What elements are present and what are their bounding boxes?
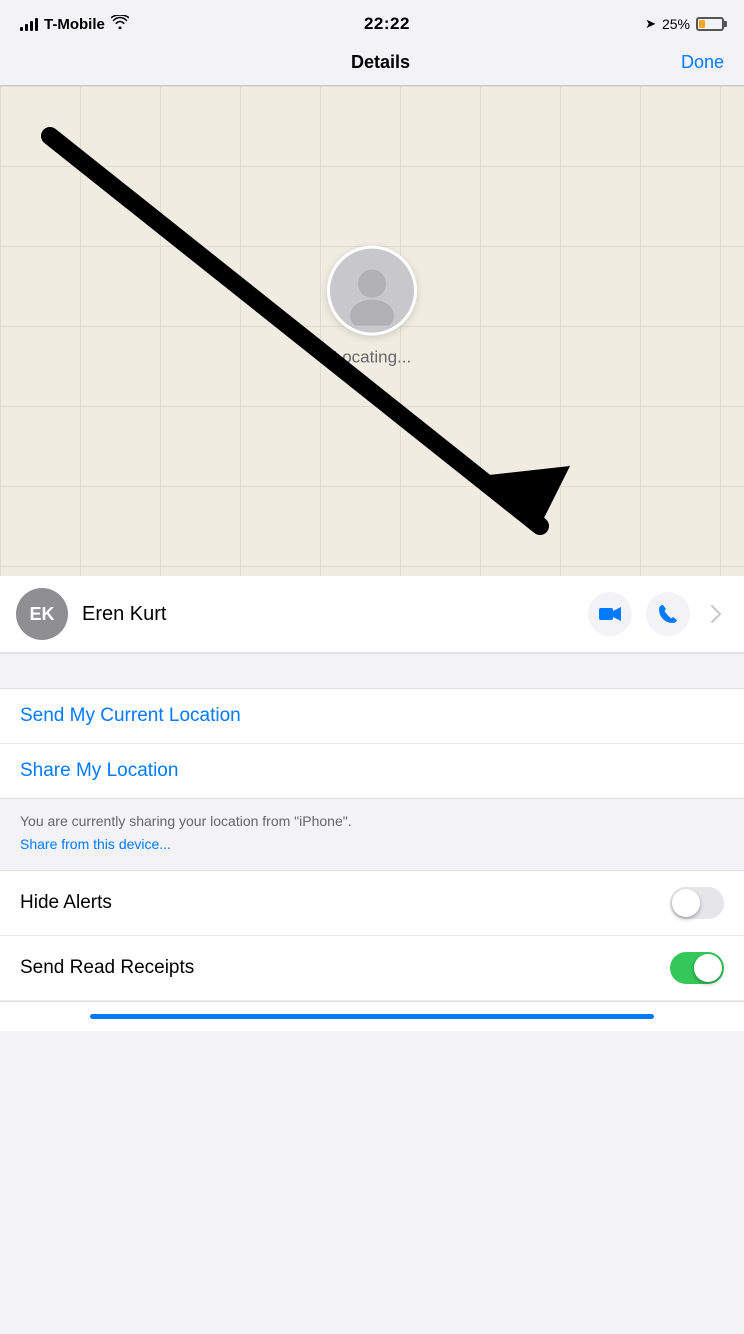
contact-detail-chevron-button[interactable] [704, 592, 728, 636]
send-read-receipts-toggle-knob [694, 954, 722, 982]
wifi-icon [111, 15, 129, 33]
map-avatar-container: Locating... [327, 246, 417, 368]
map-avatar [327, 246, 417, 336]
nav-bar: Details Done [0, 44, 744, 86]
hide-alerts-label: Hide Alerts [20, 892, 112, 914]
phone-call-button[interactable] [646, 592, 690, 636]
section-separator-1 [0, 653, 744, 689]
battery-icon [696, 17, 724, 31]
send-read-receipts-label: Send Read Receipts [20, 957, 194, 979]
contact-card: EK Eren Kurt [0, 576, 744, 653]
signal-bars-icon [20, 17, 38, 31]
location-arrow-icon: ➤ [645, 16, 656, 32]
toggle-section: Hide Alerts Send Read Receipts [0, 871, 744, 1001]
map-area: Locating... [0, 86, 744, 576]
status-time: 22:22 [364, 14, 410, 33]
hide-alerts-row: Hide Alerts [0, 871, 744, 936]
carrier-label: T-Mobile [44, 16, 105, 33]
share-from-device-link[interactable]: Share from this device... [20, 836, 171, 852]
video-call-button[interactable] [588, 592, 632, 636]
location-menu-section: Send My Current Location Share My Locati… [0, 689, 744, 798]
contact-name: Eren Kurt [82, 603, 574, 626]
location-info-section: You are currently sharing your location … [0, 798, 744, 871]
share-location-button[interactable]: Share My Location [0, 744, 744, 798]
nav-title: Details [351, 52, 410, 73]
bottom-bar-indicator [90, 1014, 653, 1019]
avatar-silhouette-icon [337, 256, 407, 326]
hide-alerts-toggle[interactable] [670, 887, 724, 919]
status-bar: T-Mobile 22:22 ➤ 25% [0, 0, 744, 44]
send-read-receipts-row: Send Read Receipts [0, 936, 744, 1001]
location-info-text: You are currently sharing your location … [20, 811, 724, 832]
send-read-receipts-toggle[interactable] [670, 952, 724, 984]
contact-actions [588, 592, 728, 636]
done-button[interactable]: Done [681, 52, 724, 73]
hide-alerts-toggle-knob [672, 889, 700, 917]
send-current-location-button[interactable]: Send My Current Location [0, 689, 744, 744]
battery-percent-label: 25% [662, 16, 690, 32]
contact-avatar: EK [16, 588, 68, 640]
bottom-bar [0, 1001, 744, 1031]
locating-text: Locating... [333, 348, 411, 368]
